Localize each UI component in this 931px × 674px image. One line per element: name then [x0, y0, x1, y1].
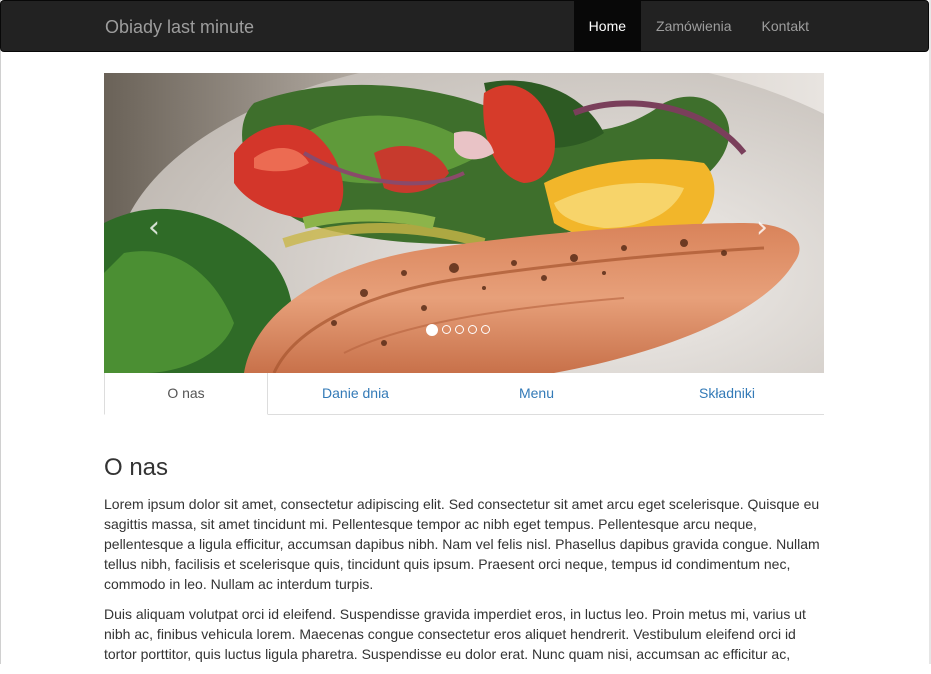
- image-carousel: ‹ ›: [104, 73, 824, 373]
- about-paragraph-1: Lorem ipsum dolor sit amet, consectetur …: [104, 496, 820, 592]
- carousel-prev-icon[interactable]: ‹: [148, 213, 160, 243]
- carousel-next-icon[interactable]: ›: [756, 213, 768, 243]
- carousel-indicator[interactable]: [481, 325, 490, 334]
- carousel-indicator[interactable]: [442, 325, 451, 334]
- nav-item-zamowienia[interactable]: Zamówienia: [641, 1, 746, 51]
- carousel-indicator[interactable]: [426, 324, 438, 336]
- nav-item-home[interactable]: Home: [573, 1, 642, 51]
- carousel-indicator[interactable]: [455, 325, 464, 334]
- top-navbar: Obiady last minute Home Zamówienia Konta…: [0, 0, 929, 52]
- nav-item-kontakt[interactable]: Kontakt: [747, 1, 824, 51]
- brand-link[interactable]: Obiady last minute: [105, 1, 254, 53]
- tab-skladniki[interactable]: Składniki: [630, 373, 824, 414]
- main-nav: Home Zamówienia Kontakt: [573, 1, 824, 51]
- tab-menu[interactable]: Menu: [443, 373, 630, 414]
- about-section: O nas Lorem ipsum dolor sit amet, consec…: [104, 452, 829, 674]
- section-heading: O nas: [104, 454, 169, 481]
- section-tabs: O nas Danie dnia Menu Składniki: [104, 373, 824, 415]
- window-edge-left: [0, 0, 1, 664]
- carousel-indicator[interactable]: [468, 325, 477, 334]
- carousel-indicators: [426, 324, 490, 336]
- tab-danie-dnia[interactable]: Danie dnia: [268, 373, 443, 414]
- tab-o-nas[interactable]: O nas: [104, 373, 268, 415]
- about-paragraph-2: Duis aliquam volutpat orci id eleifend. …: [104, 606, 806, 662]
